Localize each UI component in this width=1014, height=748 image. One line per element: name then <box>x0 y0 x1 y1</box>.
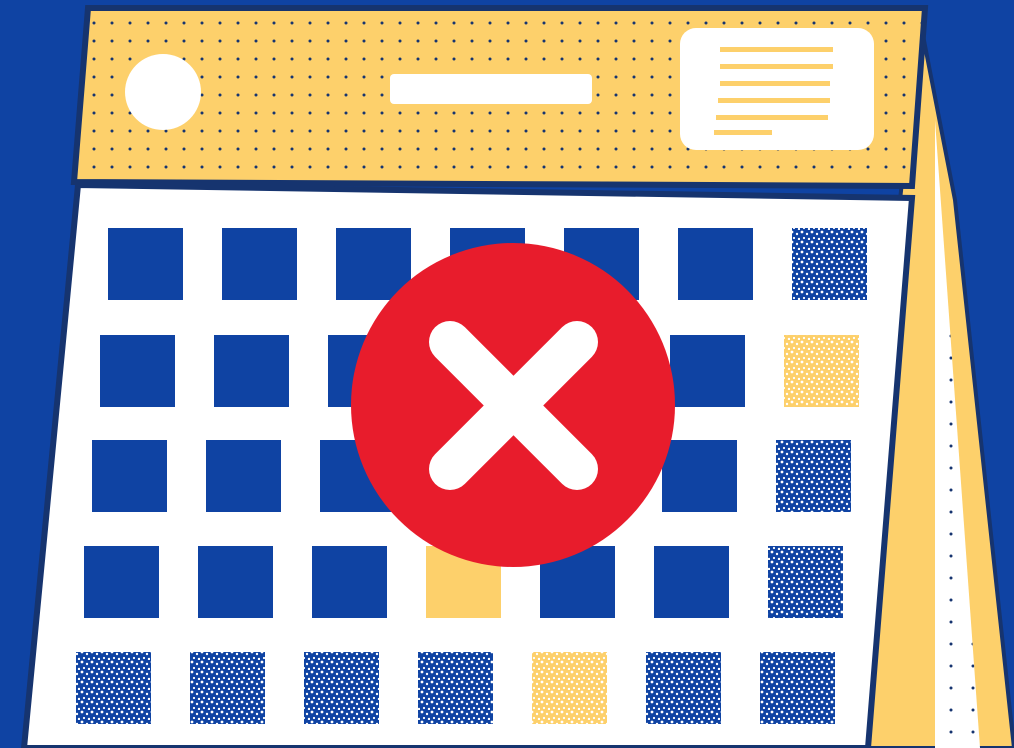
calendar-cell-r2-c2 <box>214 335 289 407</box>
calendar-cell-r3-c1 <box>92 440 167 512</box>
calendar-cell-r4-c2 <box>198 546 273 618</box>
calendar-cell-r1-c1 <box>108 228 183 300</box>
calendar-illustration <box>0 0 1014 748</box>
calendar-cell-r3-c7 <box>776 440 851 512</box>
calendar-cell-r5-c2 <box>190 652 265 724</box>
calendar-cell-r4-c6 <box>654 546 729 618</box>
calendar-cell-r5-c3 <box>304 652 379 724</box>
calendar-cell-r4-c3 <box>312 546 387 618</box>
header-note-card <box>680 28 874 150</box>
calendar-cell-r5-c1 <box>76 652 151 724</box>
calendar-header <box>70 5 929 190</box>
calendar-cell-r2-c6 <box>670 335 745 407</box>
calendar-cell-r1-c7 <box>792 228 867 300</box>
header-title-bar <box>390 74 592 104</box>
calendar-cell-r2-c1 <box>100 335 175 407</box>
calendar-cell-r2-c7 <box>784 335 859 407</box>
calendar-cell-r4-c7 <box>768 546 843 618</box>
calendar-cell-r3-c6 <box>662 440 737 512</box>
calendar-cell-r3-c2 <box>206 440 281 512</box>
header-ring-icon <box>125 54 201 130</box>
calendar-cell-r5-c5 <box>532 652 607 724</box>
calendar-cell-r5-c7 <box>760 652 835 724</box>
calendar-cell-r1-c6 <box>678 228 753 300</box>
calendar-cell-r4-c1 <box>84 546 159 618</box>
calendar-canvas <box>20 5 1014 748</box>
calendar-cell-r5-c4 <box>418 652 493 724</box>
calendar-cell-r5-c6 <box>646 652 721 724</box>
calendar-cell-r1-c2 <box>222 228 297 300</box>
x-circle-icon <box>351 243 675 567</box>
